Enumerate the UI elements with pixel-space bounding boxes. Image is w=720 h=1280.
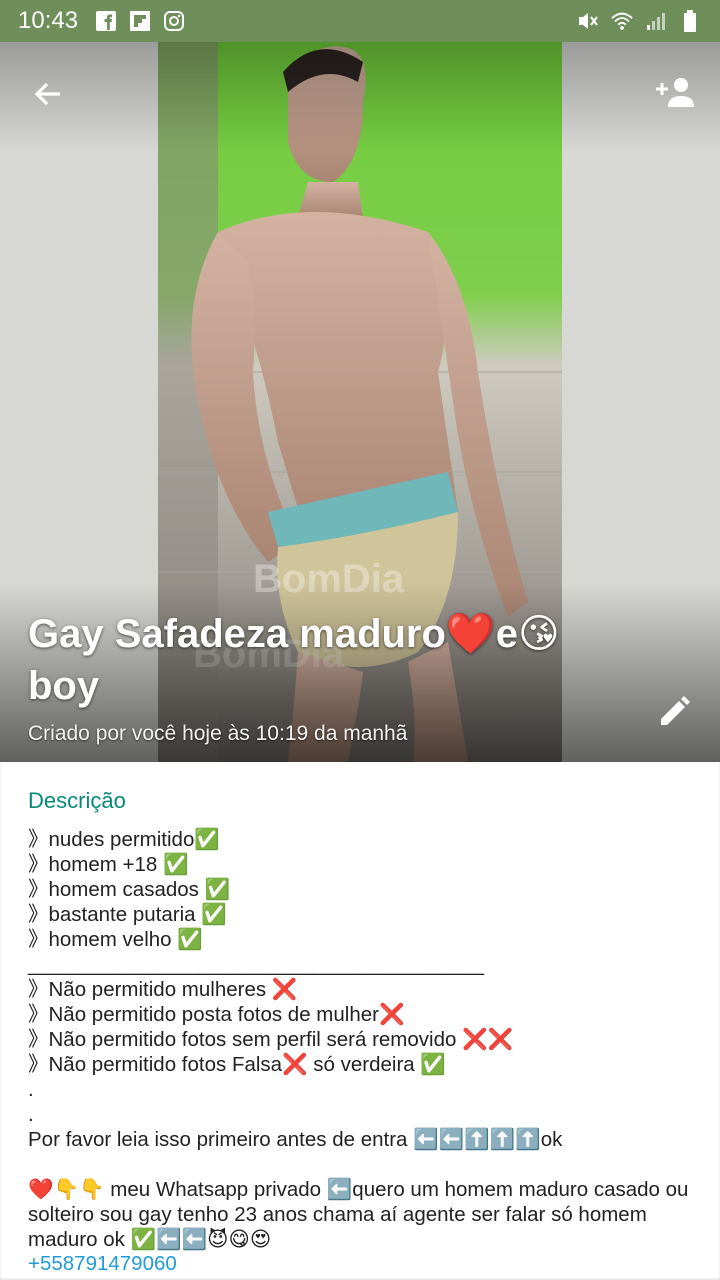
group-header: BomDia BomDia Gay Safadeza maduro❤️e😘 bo…: [0, 42, 720, 762]
facebook-icon: [94, 9, 118, 33]
wifi-icon: [610, 9, 634, 33]
battery-icon: [678, 9, 702, 33]
vibrate-icon: [576, 9, 600, 33]
flipboard-icon: [128, 9, 152, 33]
phone-link[interactable]: +558791479060: [28, 1252, 177, 1276]
back-arrow-icon: [34, 82, 60, 106]
add-person-icon: [656, 78, 694, 107]
notification-icons: [94, 9, 186, 33]
description-label: Descrição: [28, 788, 126, 813]
pencil-icon: [661, 696, 690, 725]
edit-name-button[interactable]: [652, 690, 696, 734]
system-icons: [576, 9, 702, 33]
instagram-icon: [162, 9, 186, 33]
status-bar: 10:43: [0, 0, 720, 42]
description-text: 》nudes permitido✅ 》homem +18 ✅ 》homem ca…: [28, 828, 689, 1251]
group-title: Gay Safadeza maduro❤️e😘 boy: [28, 612, 560, 708]
topbar-shade: [0, 42, 720, 152]
status-time: 10:43: [18, 7, 79, 34]
add-participant-button[interactable]: [650, 70, 700, 114]
back-button[interactable]: [26, 72, 70, 116]
description-section[interactable]: Descrição 》nudes permitido✅ 》homem +18 ✅…: [0, 762, 720, 1280]
signal-icon: [644, 9, 668, 33]
group-created-info: Criado por você hoje às 10:19 da manhã: [28, 722, 408, 745]
